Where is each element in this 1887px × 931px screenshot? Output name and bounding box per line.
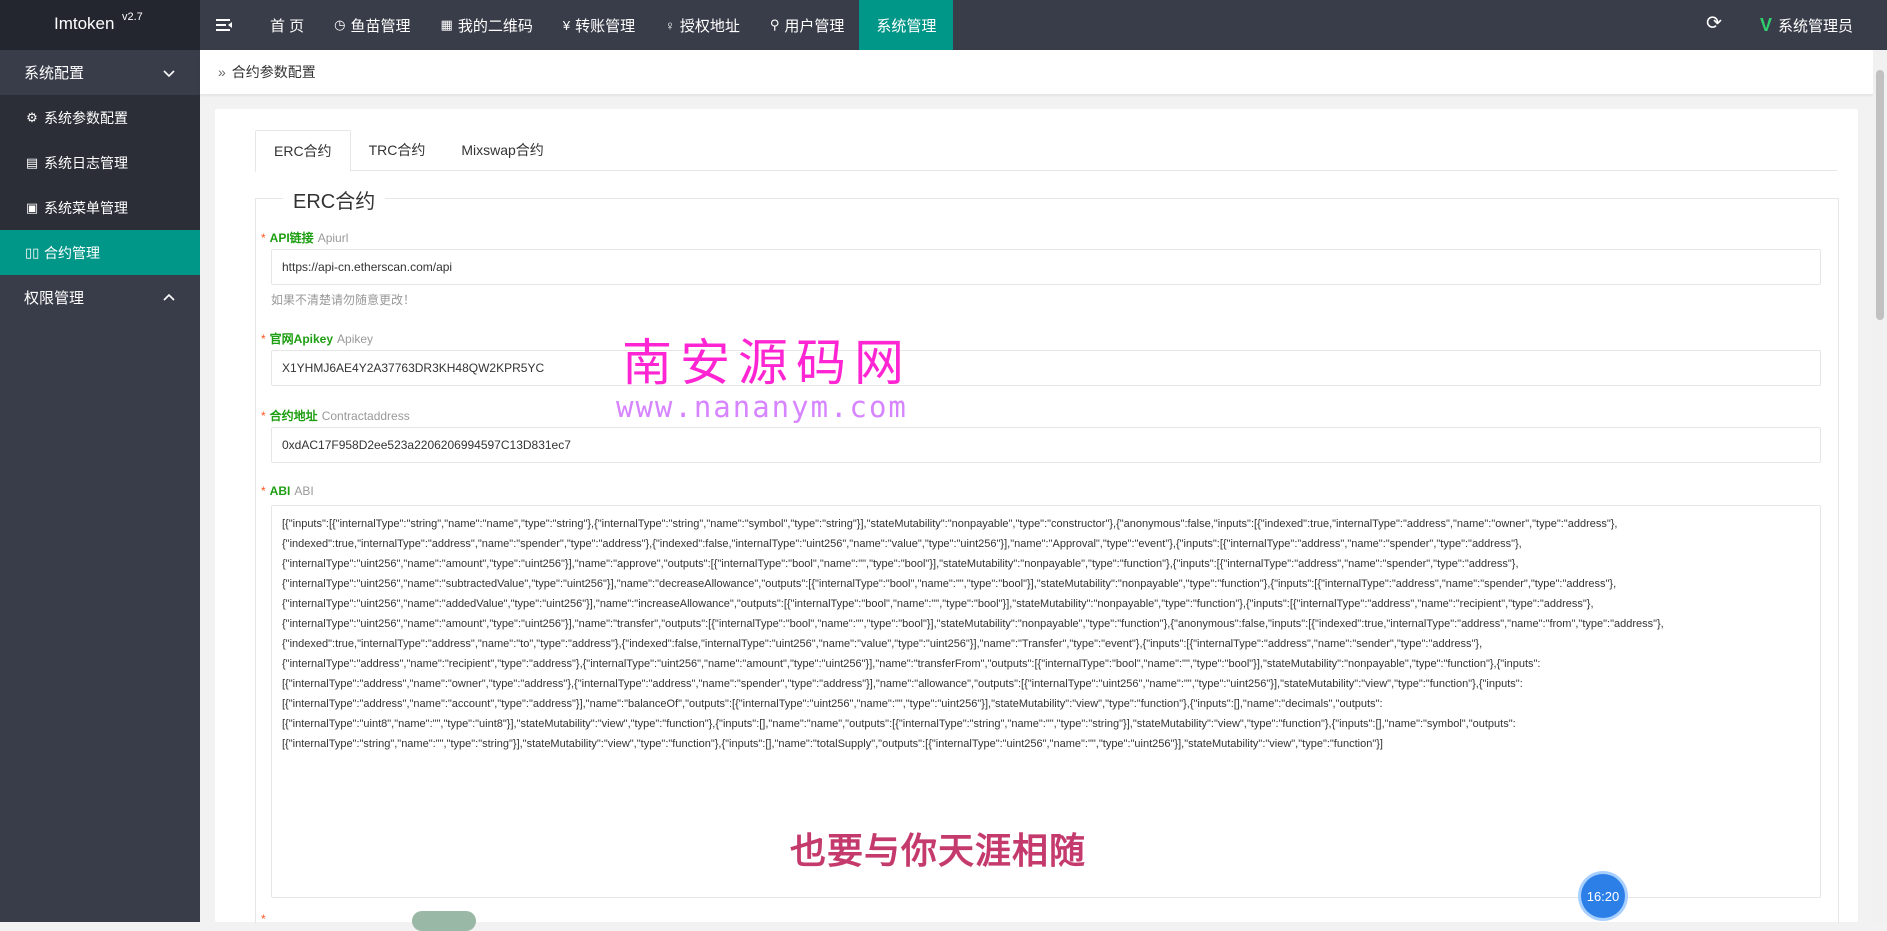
nav-qrcode[interactable]: ▦ 我的二维码	[426, 0, 548, 50]
abi-line: [{"internalType":"address","name":"owner…	[282, 678, 1523, 690]
tab-mixswap[interactable]: Mixswap合约	[443, 130, 561, 170]
required-mark: *	[261, 484, 266, 498]
bulb-icon: ♀	[665, 17, 675, 33]
config-card: ERC合约 TRC合约 Mixswap合约 ERC合约 * API链接 Apiurl…	[215, 109, 1858, 931]
clock-icon: ◷	[334, 17, 346, 32]
abi-label: * ABI ABI	[261, 484, 314, 498]
sidebar-submenu: ⚙ 系统参数配置 ▤ 系统日志管理 ▣ 系统菜单管理 ▯▯ 合约管理	[0, 95, 200, 275]
sidebar-item-system-logs[interactable]: ▤ 系统日志管理	[0, 140, 200, 185]
sidebar-item-label: 合约管理	[44, 244, 100, 261]
sidebar-group-system-config[interactable]: 系统配置	[0, 50, 200, 95]
abi-line: {"internalType":"uint256","name":"amount…	[282, 618, 1664, 630]
label-sub: ABI	[294, 484, 314, 498]
nav-label: 授权地址	[679, 17, 740, 35]
nav-label: 我的二维码	[457, 17, 533, 35]
sidebar-group-label: 权限管理	[24, 290, 85, 307]
label-sub: Contractaddress	[321, 409, 410, 423]
page-scrollbar[interactable]	[1873, 50, 1887, 922]
menu-toggle-icon[interactable]	[215, 15, 233, 35]
tab-erc[interactable]: ERC合约	[255, 130, 351, 172]
status-toggle[interactable]	[412, 911, 476, 931]
sidebar-item-label: 系统日志管理	[44, 154, 128, 171]
contract-address-input[interactable]: 0xdAC17F958D2ee523a2206206994597C13D831e…	[271, 427, 1821, 463]
user-menu[interactable]: V 系统管理员	[1760, 0, 1853, 50]
label-sub: Apiurl	[317, 231, 349, 245]
contract-icon: ▯▯	[25, 244, 40, 260]
abi-line: {"indexed":true,"internalType":"address"…	[282, 538, 1522, 550]
label-key: 官网Apikey	[269, 332, 334, 346]
sidebar-group-label: 系统配置	[24, 65, 85, 82]
nav-fry[interactable]: ◷ 鱼苗管理	[319, 0, 425, 50]
nav-auth-address[interactable]: ♀ 授权地址	[650, 0, 755, 50]
abi-line: [{"internalType":"address","name":"accou…	[282, 698, 1383, 710]
top-bar: Imtoken v2.7 首 页 ◷ 鱼苗管理 ▦ 我的二维码 ¥ 转账管理 ♀ 授权地…	[0, 0, 1887, 50]
nav-home[interactable]: 首 页	[255, 0, 319, 50]
abi-line: {"internalType":"address","name":"recipi…	[282, 658, 1541, 670]
logo[interactable]: Imtoken v2.7	[0, 0, 200, 50]
abi-line: {"internalType":"uint256","name":"addedV…	[282, 598, 1594, 610]
label-key: 合约地址	[269, 409, 318, 423]
nav-transfer[interactable]: ¥ 转账管理	[548, 0, 650, 50]
abi-line: [{"internalType":"string","name":"","typ…	[282, 738, 1383, 750]
section-title: ERC合约	[283, 185, 386, 214]
user-name: 系统管理员	[1778, 17, 1854, 35]
next-field-label: *	[261, 912, 266, 926]
abi-line: {"internalType":"uint256","name":"amount…	[282, 558, 1519, 570]
nav-label: 鱼苗管理	[350, 17, 411, 35]
app-version: v2.7	[122, 11, 143, 23]
contract-address-label: * 合约地址 Contractaddress	[261, 407, 410, 424]
nav-label: 系统管理	[876, 17, 937, 35]
abi-line: {"internalType":"uint256","name":"subtra…	[282, 578, 1617, 590]
abi-line: [{"inputs":[{"internalType":"string","na…	[282, 518, 1618, 530]
apikey-input[interactable]: X1YHMJ6AE4Y2A37763DR3KH48QW2KPR5YC	[271, 350, 1821, 386]
watermark-url: www.nananym.com	[616, 390, 908, 424]
menu-table-icon: ▣	[25, 199, 39, 215]
chevron-down-icon	[163, 69, 175, 77]
tab-trc[interactable]: TRC合约	[351, 130, 444, 170]
brand-v-icon: V	[1760, 14, 1773, 35]
nav-label: 转账管理	[575, 17, 636, 35]
double-chevron-right-icon: »	[218, 64, 226, 80]
breadcrumb: » 合约参数配置	[200, 50, 1873, 95]
contract-tabs: ERC合约 TRC合约 Mixswap合约	[255, 130, 1837, 172]
label-sub: Apikey	[337, 332, 374, 346]
clock-badge[interactable]: 16:20	[1581, 874, 1625, 918]
refresh-icon[interactable]: ⟳	[1706, 14, 1726, 34]
top-nav: 首 页 ◷ 鱼苗管理 ▦ 我的二维码 ¥ 转账管理 ♀ 授权地址 ⚲ 用户管理 系统管理	[255, 0, 954, 50]
label-key: API链接	[269, 231, 314, 245]
app-name: Imtoken	[54, 14, 115, 33]
breadcrumb-current[interactable]: 合约参数配置	[232, 62, 316, 82]
abi-line: {"indexed":true,"internalType":"address"…	[282, 638, 1483, 650]
sidebar-item-label: 系统菜单管理	[44, 199, 128, 216]
required-mark: *	[261, 409, 266, 423]
nav-system[interactable]: 系统管理	[859, 0, 954, 50]
api-url-input[interactable]: https://api-cn.etherscan.com/api	[271, 249, 1821, 285]
user-icon: ⚲	[769, 17, 780, 32]
required-mark: *	[261, 912, 266, 926]
chevron-up-icon	[163, 293, 175, 301]
sidebar: 系统配置 ⚙ 系统参数配置 ▤ 系统日志管理 ▣ 系统菜单管理 ▯▯ 合约管理 权限管理	[0, 50, 200, 922]
sidebar-item-contract[interactable]: ▯▯ 合约管理	[0, 230, 200, 275]
watermark-title: 南安源码网	[622, 334, 912, 392]
yen-icon: ¥	[562, 17, 571, 33]
video-caption: 也要与你天涯相随	[790, 830, 1087, 871]
qrcode-icon: ▦	[440, 17, 453, 32]
apikey-label: * 官网Apikey Apikey	[261, 330, 373, 347]
sidebar-item-label: 系统参数配置	[44, 109, 128, 126]
api-url-help: 如果不清楚请勿随意更改！	[271, 293, 416, 307]
abi-line: [{"internalType":"uint8","name":"","type…	[282, 718, 1516, 730]
nav-label: 用户管理	[784, 17, 845, 35]
sidebar-item-system-params[interactable]: ⚙ 系统参数配置	[0, 95, 200, 140]
sidebar-item-system-menus[interactable]: ▣ 系统菜单管理	[0, 185, 200, 230]
required-mark: *	[261, 231, 266, 245]
api-url-label: * API链接 Apiurl	[261, 229, 348, 246]
scrollbar-thumb[interactable]	[1876, 70, 1884, 320]
nav-label: 首 页	[270, 17, 305, 35]
nav-users[interactable]: ⚲ 用户管理	[755, 0, 860, 50]
label-key: ABI	[269, 484, 291, 498]
required-mark: *	[261, 332, 266, 346]
gear-icon: ⚙	[26, 109, 38, 125]
sidebar-group-permissions[interactable]: 权限管理	[0, 275, 200, 320]
log-icon: ▤	[25, 154, 39, 170]
